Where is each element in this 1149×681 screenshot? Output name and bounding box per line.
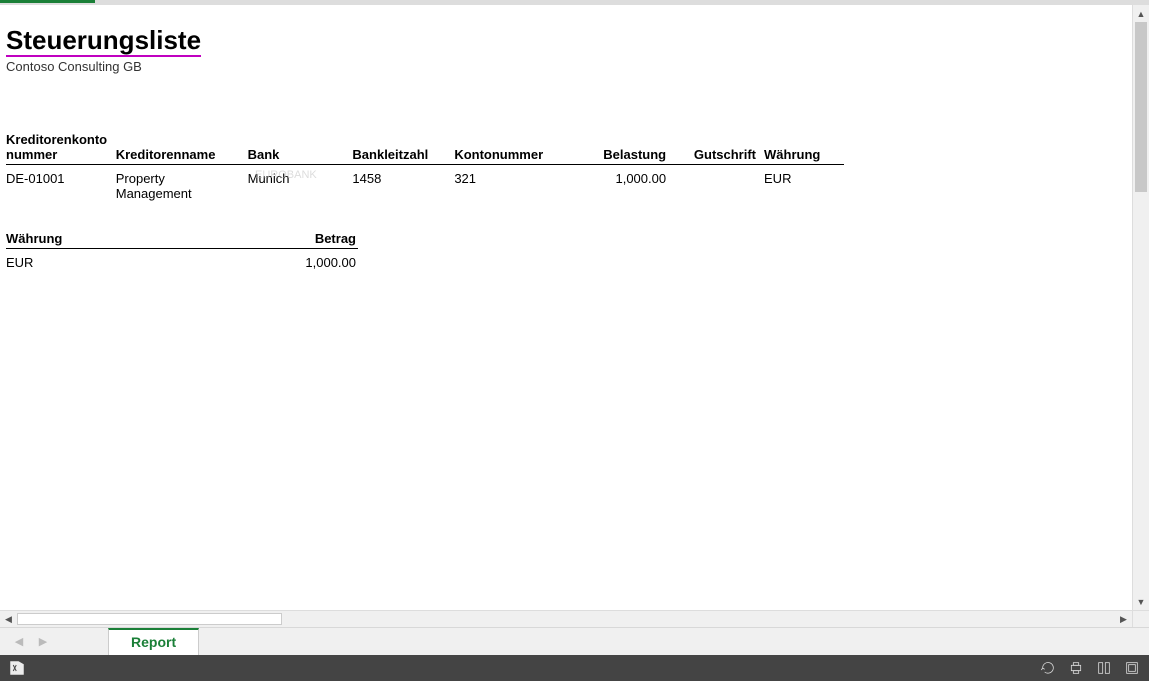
col-kreditorenname: Kreditorenname xyxy=(116,130,248,165)
fullscreen-icon[interactable] xyxy=(1121,657,1143,679)
cell-blz: 1458 xyxy=(352,165,454,206)
cell-bank: Munich xyxy=(248,165,353,206)
table-row: DE-01001 Property Management Munich 1458… xyxy=(6,165,844,206)
scroll-corner xyxy=(1132,610,1149,627)
h-scroll-track[interactable] xyxy=(17,611,1115,627)
scroll-down-button[interactable]: ▼ xyxy=(1133,593,1149,610)
table-header-row: Kreditorenkontonummer Kreditorenname Ban… xyxy=(6,130,844,165)
horizontal-scrollbar[interactable]: ◀ ▶ xyxy=(0,610,1132,627)
cell-kreditorenname: Property Management xyxy=(116,165,248,206)
vertical-scrollbar[interactable]: ▲ ▼ xyxy=(1132,5,1149,610)
cell-gutschrift xyxy=(674,165,764,206)
scroll-right-button[interactable]: ▶ xyxy=(1115,611,1132,627)
cell-kreditorenkonto: DE-01001 xyxy=(6,165,116,206)
cell-waehrung: EUR xyxy=(764,165,844,206)
v-scroll-track[interactable] xyxy=(1133,22,1149,593)
scroll-left-button[interactable]: ◀ xyxy=(0,611,17,627)
print-icon[interactable] xyxy=(1065,657,1087,679)
cell-kontonr: 321 xyxy=(454,165,574,206)
main-table: Kreditorenkontonummer Kreditorenname Ban… xyxy=(6,130,844,205)
col-belastung: Belastung xyxy=(574,130,674,165)
col-betrag-sum: Betrag xyxy=(257,229,358,249)
sheet-tabs-bar: ◀ ▶ Report xyxy=(0,627,1149,655)
col-kreditorenkonto: Kreditorenkontonummer xyxy=(6,130,116,165)
sheet-tab-report[interactable]: Report xyxy=(108,628,199,655)
refresh-icon[interactable] xyxy=(1037,657,1059,679)
next-sheet-button[interactable]: ▶ xyxy=(34,633,52,651)
v-scroll-thumb[interactable] xyxy=(1135,22,1147,192)
document-viewport: Steuerungsliste Contoso Consulting GB EU… xyxy=(0,5,1149,627)
col-waehrung: Währung xyxy=(764,130,844,165)
table-row: EUR 1,000.00 xyxy=(6,249,358,275)
col-waehrung-sum: Währung xyxy=(6,229,257,249)
excel-icon xyxy=(6,659,28,677)
summary-table: Währung Betrag EUR 1,000.00 xyxy=(6,229,358,274)
h-scroll-thumb[interactable] xyxy=(17,613,282,625)
company-name: Contoso Consulting GB xyxy=(6,59,1126,74)
prev-sheet-button[interactable]: ◀ xyxy=(10,633,28,651)
app-window: Steuerungsliste Contoso Consulting GB EU… xyxy=(0,0,1149,681)
scroll-up-button[interactable]: ▲ xyxy=(1133,5,1149,22)
report-page: Steuerungsliste Contoso Consulting GB EU… xyxy=(0,5,1132,610)
page-layout-icon[interactable] xyxy=(1093,657,1115,679)
page-title: Steuerungsliste xyxy=(6,27,201,57)
col-kontonr: Kontonummer xyxy=(454,130,574,165)
cell-betrag-sum: 1,000.00 xyxy=(257,249,358,275)
col-bank: Bank xyxy=(248,130,353,165)
cell-waehrung-sum: EUR xyxy=(6,249,257,275)
top-accent xyxy=(0,0,95,3)
status-bar xyxy=(0,655,1149,681)
cell-belastung: 1,000.00 xyxy=(574,165,674,206)
col-gutschrift: Gutschrift xyxy=(674,130,764,165)
col-blz: Bankleitzahl xyxy=(352,130,454,165)
